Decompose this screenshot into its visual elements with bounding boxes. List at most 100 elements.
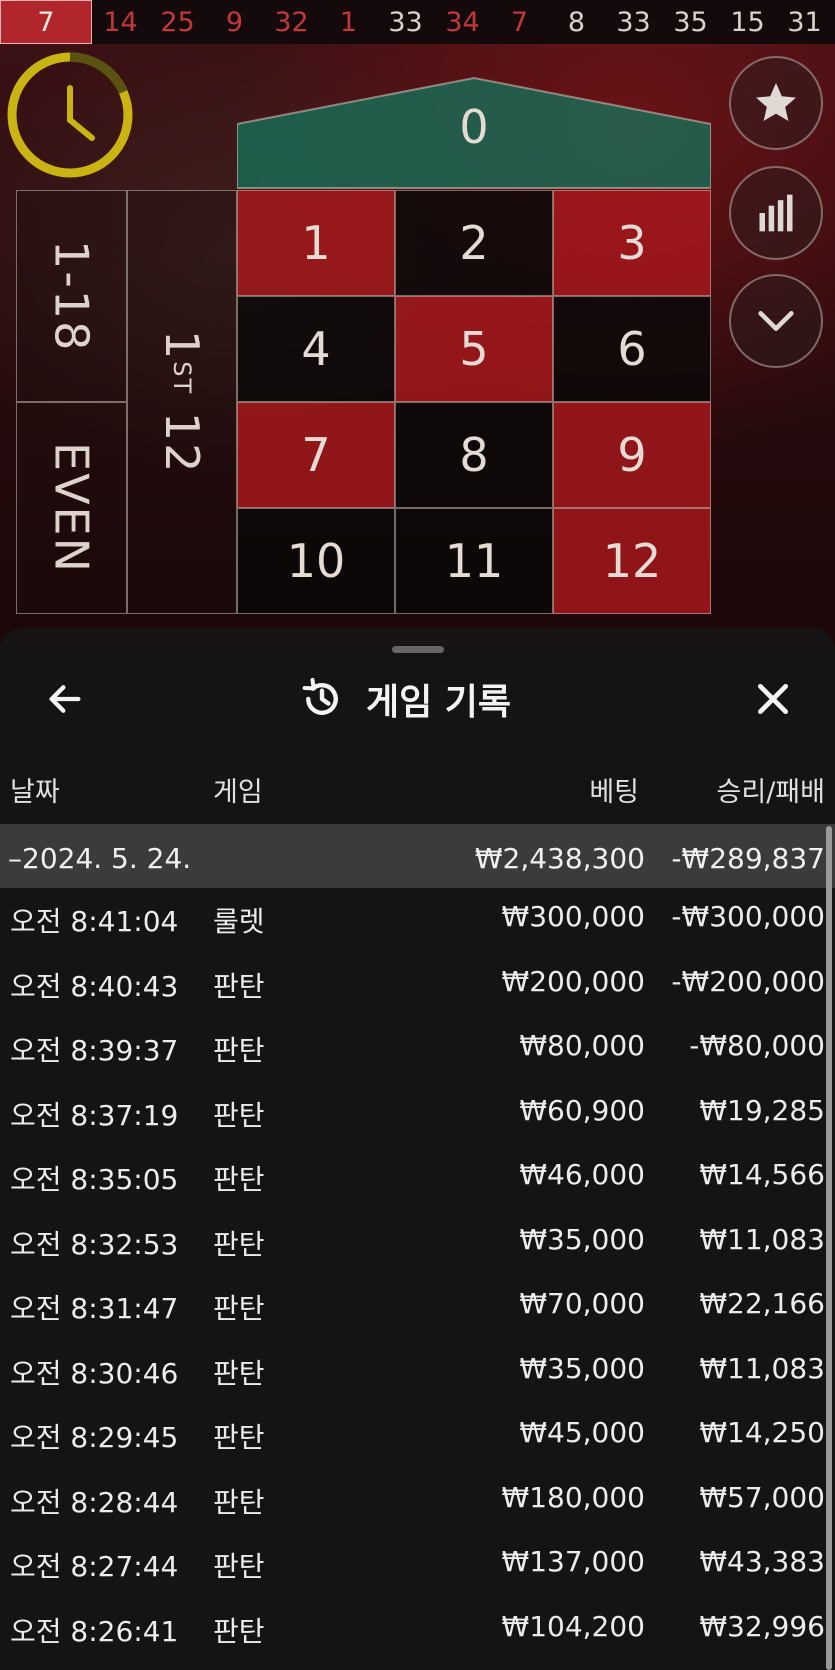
result-number: 9	[225, 6, 244, 38]
history-icon	[302, 677, 338, 715]
row-game: 판탄	[213, 1227, 265, 1261]
result-number: 33	[616, 6, 651, 38]
number-3-bet-spot[interactable]: 3	[553, 190, 711, 296]
number-8-bet-spot[interactable]: 8	[395, 402, 553, 508]
column-header-game[interactable]: 게임	[213, 770, 263, 809]
row-bet: ₩35,000	[519, 1351, 645, 1385]
history-row[interactable]: 오전 8:35:05 판탄 ₩46,000 ₩14,566	[0, 1148, 835, 1212]
number-2-bet-spot[interactable]: 2	[395, 190, 553, 296]
row-time: 오전 8:27:44	[10, 1550, 179, 1583]
row-bet: ₩180,000	[501, 1480, 645, 1514]
row-game: 룰렛	[213, 905, 265, 938]
latest-result: 7	[0, 0, 92, 44]
number-label: 9	[617, 428, 647, 482]
timer-icon	[7, 52, 133, 178]
star-icon	[756, 83, 796, 121]
row-time: 오전 8:26:41	[10, 1614, 179, 1648]
history-row[interactable]: 오전 8:41:04 룰렛 ₩300,000 -₩300,000	[0, 890, 835, 954]
row-game: 판탄	[213, 1356, 265, 1390]
row-bet: ₩104,200	[501, 1609, 645, 1643]
collapse-button[interactable]	[729, 274, 823, 368]
number-label: 1	[301, 216, 331, 270]
back-button[interactable]	[40, 676, 90, 722]
row-win-loss: -₩80,000	[689, 1029, 825, 1062]
row-bet: ₩35,000	[519, 1222, 645, 1256]
close-button[interactable]	[748, 676, 798, 722]
row-time: 오전 8:32:53	[10, 1227, 179, 1261]
history-row[interactable]: 오전 8:40:43 판탄 ₩200,000 -₩200,000	[0, 955, 835, 1019]
row-game: 판탄	[213, 969, 265, 1003]
day-total-win-loss: -₩289,837	[671, 842, 825, 875]
low-1-18-bet-spot[interactable]: 1-18	[16, 190, 127, 402]
row-game: 판탄	[213, 1614, 265, 1648]
number-12-bet-spot[interactable]: 12	[553, 508, 711, 614]
row-game: 판탄	[213, 1550, 265, 1583]
history-row[interactable]: 오전 8:28:44 판탄 ₩180,000 ₩57,000	[0, 1471, 835, 1535]
statistics-button[interactable]	[729, 166, 823, 260]
dozen-suffix: ST	[168, 361, 196, 395]
row-win-loss: ₩32,996	[699, 1609, 825, 1643]
history-header: 게임 기록	[300, 672, 511, 726]
number-9-bet-spot[interactable]: 9	[553, 402, 711, 508]
recent-results-strip: 7 14 25 9 32 1 33 34 7 8 33 35 15 31	[0, 0, 835, 45]
number-label: 5	[459, 322, 489, 376]
favorite-button[interactable]	[729, 56, 823, 150]
result-number: 25	[160, 6, 195, 38]
history-row[interactable]: 오전 8:29:45 판탄 ₩45,000 ₩14,250	[0, 1406, 835, 1470]
row-time: 오전 8:28:44	[10, 1485, 179, 1519]
scrollbar[interactable]	[826, 826, 832, 1670]
number-label: 12	[602, 534, 662, 588]
row-game: 판탄	[213, 1292, 265, 1325]
history-row[interactable]: 오전 8:37:19 판탄 ₩60,900 ₩19,285	[0, 1084, 835, 1148]
row-bet: ₩46,000	[519, 1158, 645, 1191]
number-label: 6	[617, 322, 647, 376]
row-bet: ₩60,900	[519, 1093, 645, 1127]
number-1-bet-spot[interactable]: 1	[237, 190, 395, 296]
row-win-loss: -₩300,000	[671, 900, 825, 933]
row-game: 판탄	[213, 1098, 265, 1132]
number-5-bet-spot[interactable]: 5	[395, 296, 553, 402]
first-dozen-bet-spot[interactable]: 1ST 12	[127, 190, 237, 614]
history-row[interactable]: 오전 8:26:41 판탄 ₩104,200 ₩32,996	[0, 1600, 835, 1664]
row-time: 오전 8:31:47	[10, 1292, 179, 1325]
number-label: 4	[301, 322, 331, 376]
chevron-down-icon	[758, 311, 794, 331]
column-header-bet[interactable]: 베팅	[589, 770, 639, 809]
even-bet-spot[interactable]: EVEN	[16, 402, 127, 614]
result-number: 7	[510, 6, 529, 38]
drag-handle[interactable]	[392, 646, 444, 653]
result-number: 1	[339, 6, 358, 38]
history-row[interactable]: 오전 8:32:53 판탄 ₩35,000 ₩11,083	[0, 1213, 835, 1277]
number-label: 3	[617, 216, 647, 270]
history-row[interactable]: 오전 8:31:47 판탄 ₩70,000 ₩22,166	[0, 1277, 835, 1341]
number-10-bet-spot[interactable]: 10	[237, 508, 395, 614]
result-number: 32	[274, 6, 309, 38]
row-bet: ₩80,000	[519, 1029, 645, 1062]
number-6-bet-spot[interactable]: 6	[553, 296, 711, 402]
row-bet: ₩300,000	[501, 900, 645, 933]
number-11-bet-spot[interactable]: 11	[395, 508, 553, 614]
number-label: 7	[301, 428, 331, 482]
row-time: 오전 8:35:05	[10, 1163, 179, 1196]
row-win-loss: ₩19,285	[699, 1093, 825, 1127]
number-label: 2	[459, 216, 489, 270]
row-win-loss: ₩11,083	[699, 1351, 825, 1385]
number-4-bet-spot[interactable]: 4	[237, 296, 395, 402]
history-row[interactable]: 오전 8:27:44 판탄 ₩137,000 ₩43,383	[0, 1535, 835, 1599]
result-number: 8	[567, 6, 586, 38]
number-label: 11	[444, 534, 504, 588]
number-label: 10	[286, 534, 346, 588]
number-7-bet-spot[interactable]: 7	[237, 402, 395, 508]
history-row[interactable]: 오전 8:30:46 판탄 ₩35,000 ₩11,083	[0, 1342, 835, 1406]
result-number: 34	[445, 6, 480, 38]
row-bet: ₩200,000	[501, 964, 645, 998]
row-win-loss: ₩14,250	[699, 1416, 825, 1449]
result-number: 14	[103, 6, 138, 38]
row-time: 오전 8:39:37	[10, 1034, 179, 1067]
row-time: 오전 8:29:45	[10, 1421, 179, 1454]
column-header-date[interactable]: 날짜	[10, 770, 60, 809]
row-game: 판탄	[213, 1034, 265, 1067]
column-header-win-loss[interactable]: 승리/패배	[717, 770, 825, 809]
row-game: 판탄	[213, 1421, 265, 1454]
history-row[interactable]: 오전 8:39:37 판탄 ₩80,000 -₩80,000	[0, 1019, 835, 1083]
